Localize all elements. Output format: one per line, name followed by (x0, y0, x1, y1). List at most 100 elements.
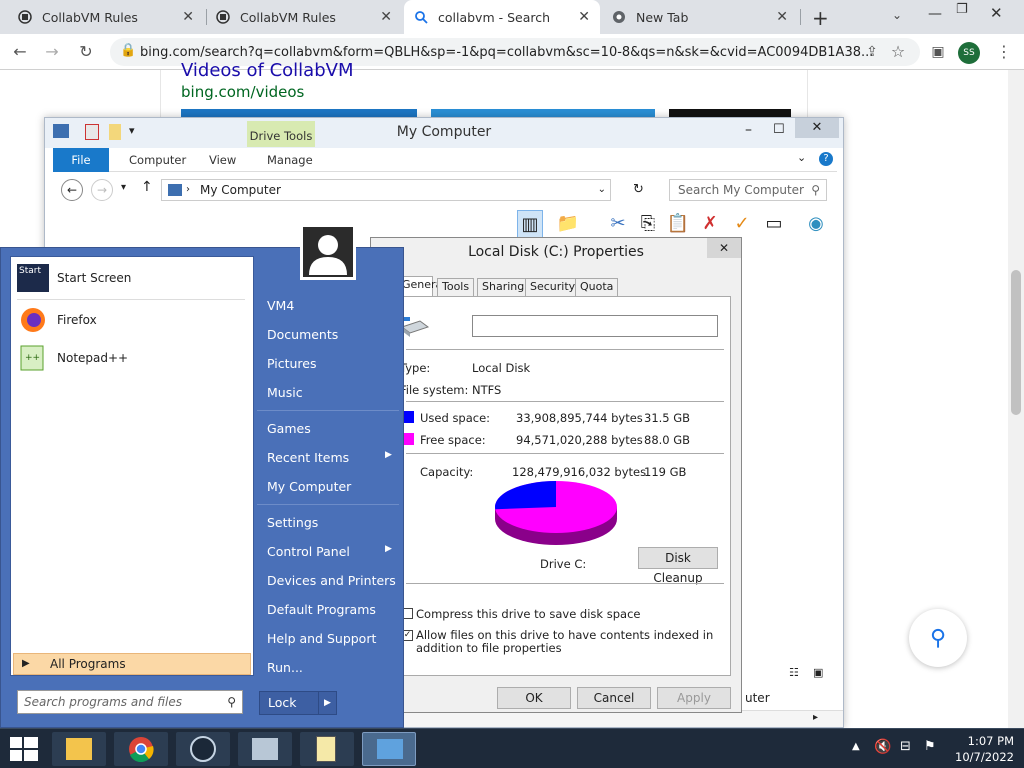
search-fab-button[interactable]: ⚲ (909, 609, 967, 667)
tab-search-chevron-icon[interactable]: ⌄ (892, 8, 902, 22)
close-tab-icon[interactable]: ✕ (182, 9, 194, 25)
menu-documents[interactable]: Documents (267, 327, 338, 342)
menu-run[interactable]: Run... (267, 660, 303, 675)
tab-file[interactable]: File (53, 148, 109, 172)
recent-dropdown-icon[interactable]: ▾ (121, 182, 126, 193)
large-icons-view-icon[interactable]: ▣ (813, 666, 823, 679)
chrome-taskbar-icon[interactable] (114, 732, 168, 766)
video-thumbnail[interactable] (181, 109, 417, 117)
close-tab-icon[interactable]: ✕ (380, 9, 392, 25)
minimize-icon[interactable]: – (745, 122, 752, 138)
start-search-input[interactable]: Search programs and files ⚲ (17, 690, 243, 714)
menu-recent-items[interactable]: Recent Items (267, 450, 349, 465)
disk-cleanup-button[interactable]: Disk Cleanup (638, 547, 718, 585)
paste-icon[interactable]: 📋 (665, 210, 691, 238)
tab-manage[interactable]: Manage (255, 148, 325, 172)
my-computer-taskbar-icon[interactable] (362, 732, 416, 766)
reload-icon[interactable]: ↻ (74, 40, 98, 64)
close-window-icon[interactable]: ✕ (990, 4, 1003, 22)
all-programs-button[interactable]: ▶ All Programs (13, 653, 251, 675)
user-avatar[interactable] (300, 224, 356, 280)
ribbon-expand-icon[interactable]: ⌄ (797, 151, 806, 164)
menu-control-panel[interactable]: Control Panel (267, 544, 350, 559)
clock[interactable]: 1:07 PM 10/7/2022 (955, 733, 1014, 765)
tab-collabvm-search[interactable]: collabvm - Search ✕ (404, 0, 600, 34)
close-tab-icon[interactable]: ✕ (776, 9, 788, 25)
maximize-icon[interactable]: ☐ (773, 122, 785, 137)
profile-avatar[interactable]: SS (958, 42, 980, 64)
tab-sharing[interactable]: Sharing (477, 278, 530, 296)
tab-view[interactable]: View (197, 148, 248, 172)
menu-default-programs[interactable]: Default Programs (267, 602, 376, 617)
video-link[interactable]: bing.com/videos (181, 83, 304, 101)
bookmark-star-icon[interactable]: ☆ (886, 40, 910, 64)
tab-collabvm-rules-1[interactable]: CollabVM Rules ✕ (8, 0, 204, 34)
drive-name-input[interactable] (472, 315, 718, 337)
action-center-icon[interactable]: ⚑ (924, 739, 936, 754)
notepad-taskbar-icon[interactable] (300, 732, 354, 766)
properties-icon[interactable]: ▭ (761, 210, 787, 238)
minimize-icon[interactable]: — (928, 6, 942, 22)
task-manager-taskbar-icon[interactable] (238, 732, 292, 766)
start-screen-item[interactable]: Start Start Screen (17, 263, 131, 293)
scroll-right-icon[interactable]: ▸ (813, 712, 818, 723)
steam-taskbar-icon[interactable] (176, 732, 230, 766)
restore-icon[interactable]: ❐ (956, 2, 968, 17)
refresh-icon[interactable]: ↻ (633, 182, 644, 197)
volume-muted-icon[interactable]: 🔇 (874, 739, 891, 755)
file-explorer-taskbar-icon[interactable] (52, 732, 106, 766)
lock-options-arrow-icon[interactable]: ▶ (318, 692, 336, 714)
video-thumbnail[interactable] (431, 109, 655, 117)
globe-icon[interactable]: ◉ (803, 210, 829, 238)
menu-music[interactable]: Music (267, 385, 303, 400)
apply-button[interactable]: Apply (657, 687, 731, 709)
preview-pane-icon[interactable]: ▥ (517, 210, 543, 238)
menu-devices-printers[interactable]: Devices and Printers (267, 573, 396, 588)
video-thumbnail[interactable] (669, 109, 791, 117)
close-icon[interactable]: ✕ (795, 118, 839, 138)
side-panel-icon[interactable]: ▣ (926, 40, 950, 64)
copy-icon[interactable]: ⎘ (635, 210, 661, 238)
firefox-item[interactable]: Firefox (17, 305, 97, 335)
video-heading[interactable]: Videos of CollabVM (181, 60, 354, 81)
move-to-icon[interactable]: 📁 (555, 210, 581, 238)
delete-icon[interactable]: ✗ (697, 210, 723, 238)
help-icon[interactable]: ? (819, 152, 833, 166)
menu-pictures[interactable]: Pictures (267, 356, 317, 371)
menu-games[interactable]: Games (267, 421, 311, 436)
details-view-icon[interactable]: ☷ (789, 666, 799, 679)
close-icon[interactable]: ✕ (707, 238, 741, 258)
ok-button[interactable]: OK (497, 687, 571, 709)
explorer-search-input[interactable]: Search My Computer ⚲ (669, 179, 827, 201)
share-icon[interactable]: ⇪ (860, 40, 884, 64)
lock-button[interactable]: Lock ▶ (259, 691, 337, 715)
scrollbar-thumb[interactable] (1011, 270, 1021, 415)
back-icon[interactable]: ← (61, 179, 83, 201)
menu-help-support[interactable]: Help and Support (267, 631, 376, 646)
new-tab-button[interactable]: + (812, 6, 829, 30)
up-icon[interactable]: ↑ (141, 179, 153, 195)
address-field[interactable]: › My Computer ⌄ (161, 179, 611, 201)
tab-collabvm-rules-2[interactable]: CollabVM Rules ✕ (206, 0, 402, 34)
forward-icon[interactable]: → (91, 179, 113, 201)
tab-security[interactable]: Security (525, 278, 581, 296)
menu-vm4[interactable]: VM4 (267, 298, 294, 313)
tab-tools[interactable]: Tools (437, 278, 475, 296)
rename-check-icon[interactable]: ✓ (729, 210, 755, 238)
cancel-button[interactable]: Cancel (577, 687, 651, 709)
menu-settings[interactable]: Settings (267, 515, 318, 530)
tab-quota[interactable]: Quota (575, 278, 619, 296)
menu-my-computer[interactable]: My Computer (267, 479, 351, 494)
show-hidden-icons-icon[interactable]: ▲ (852, 741, 860, 752)
windows-start-icon[interactable] (10, 737, 38, 764)
kebab-menu-icon[interactable]: ⋮ (992, 40, 1016, 64)
cut-icon[interactable]: ✂ (605, 210, 631, 238)
network-icon[interactable]: ⊟ (900, 739, 911, 754)
page-scrollbar[interactable] (1008, 70, 1024, 728)
tab-new-tab[interactable]: New Tab ✕ (602, 0, 798, 34)
notepadpp-item[interactable]: ++ Notepad++ (17, 343, 128, 373)
tab-computer[interactable]: Computer (117, 148, 198, 172)
close-tab-icon[interactable]: ✕ (578, 9, 590, 25)
forward-arrow-icon[interactable]: → (40, 40, 64, 64)
address-dropdown-icon[interactable]: ⌄ (598, 180, 606, 200)
